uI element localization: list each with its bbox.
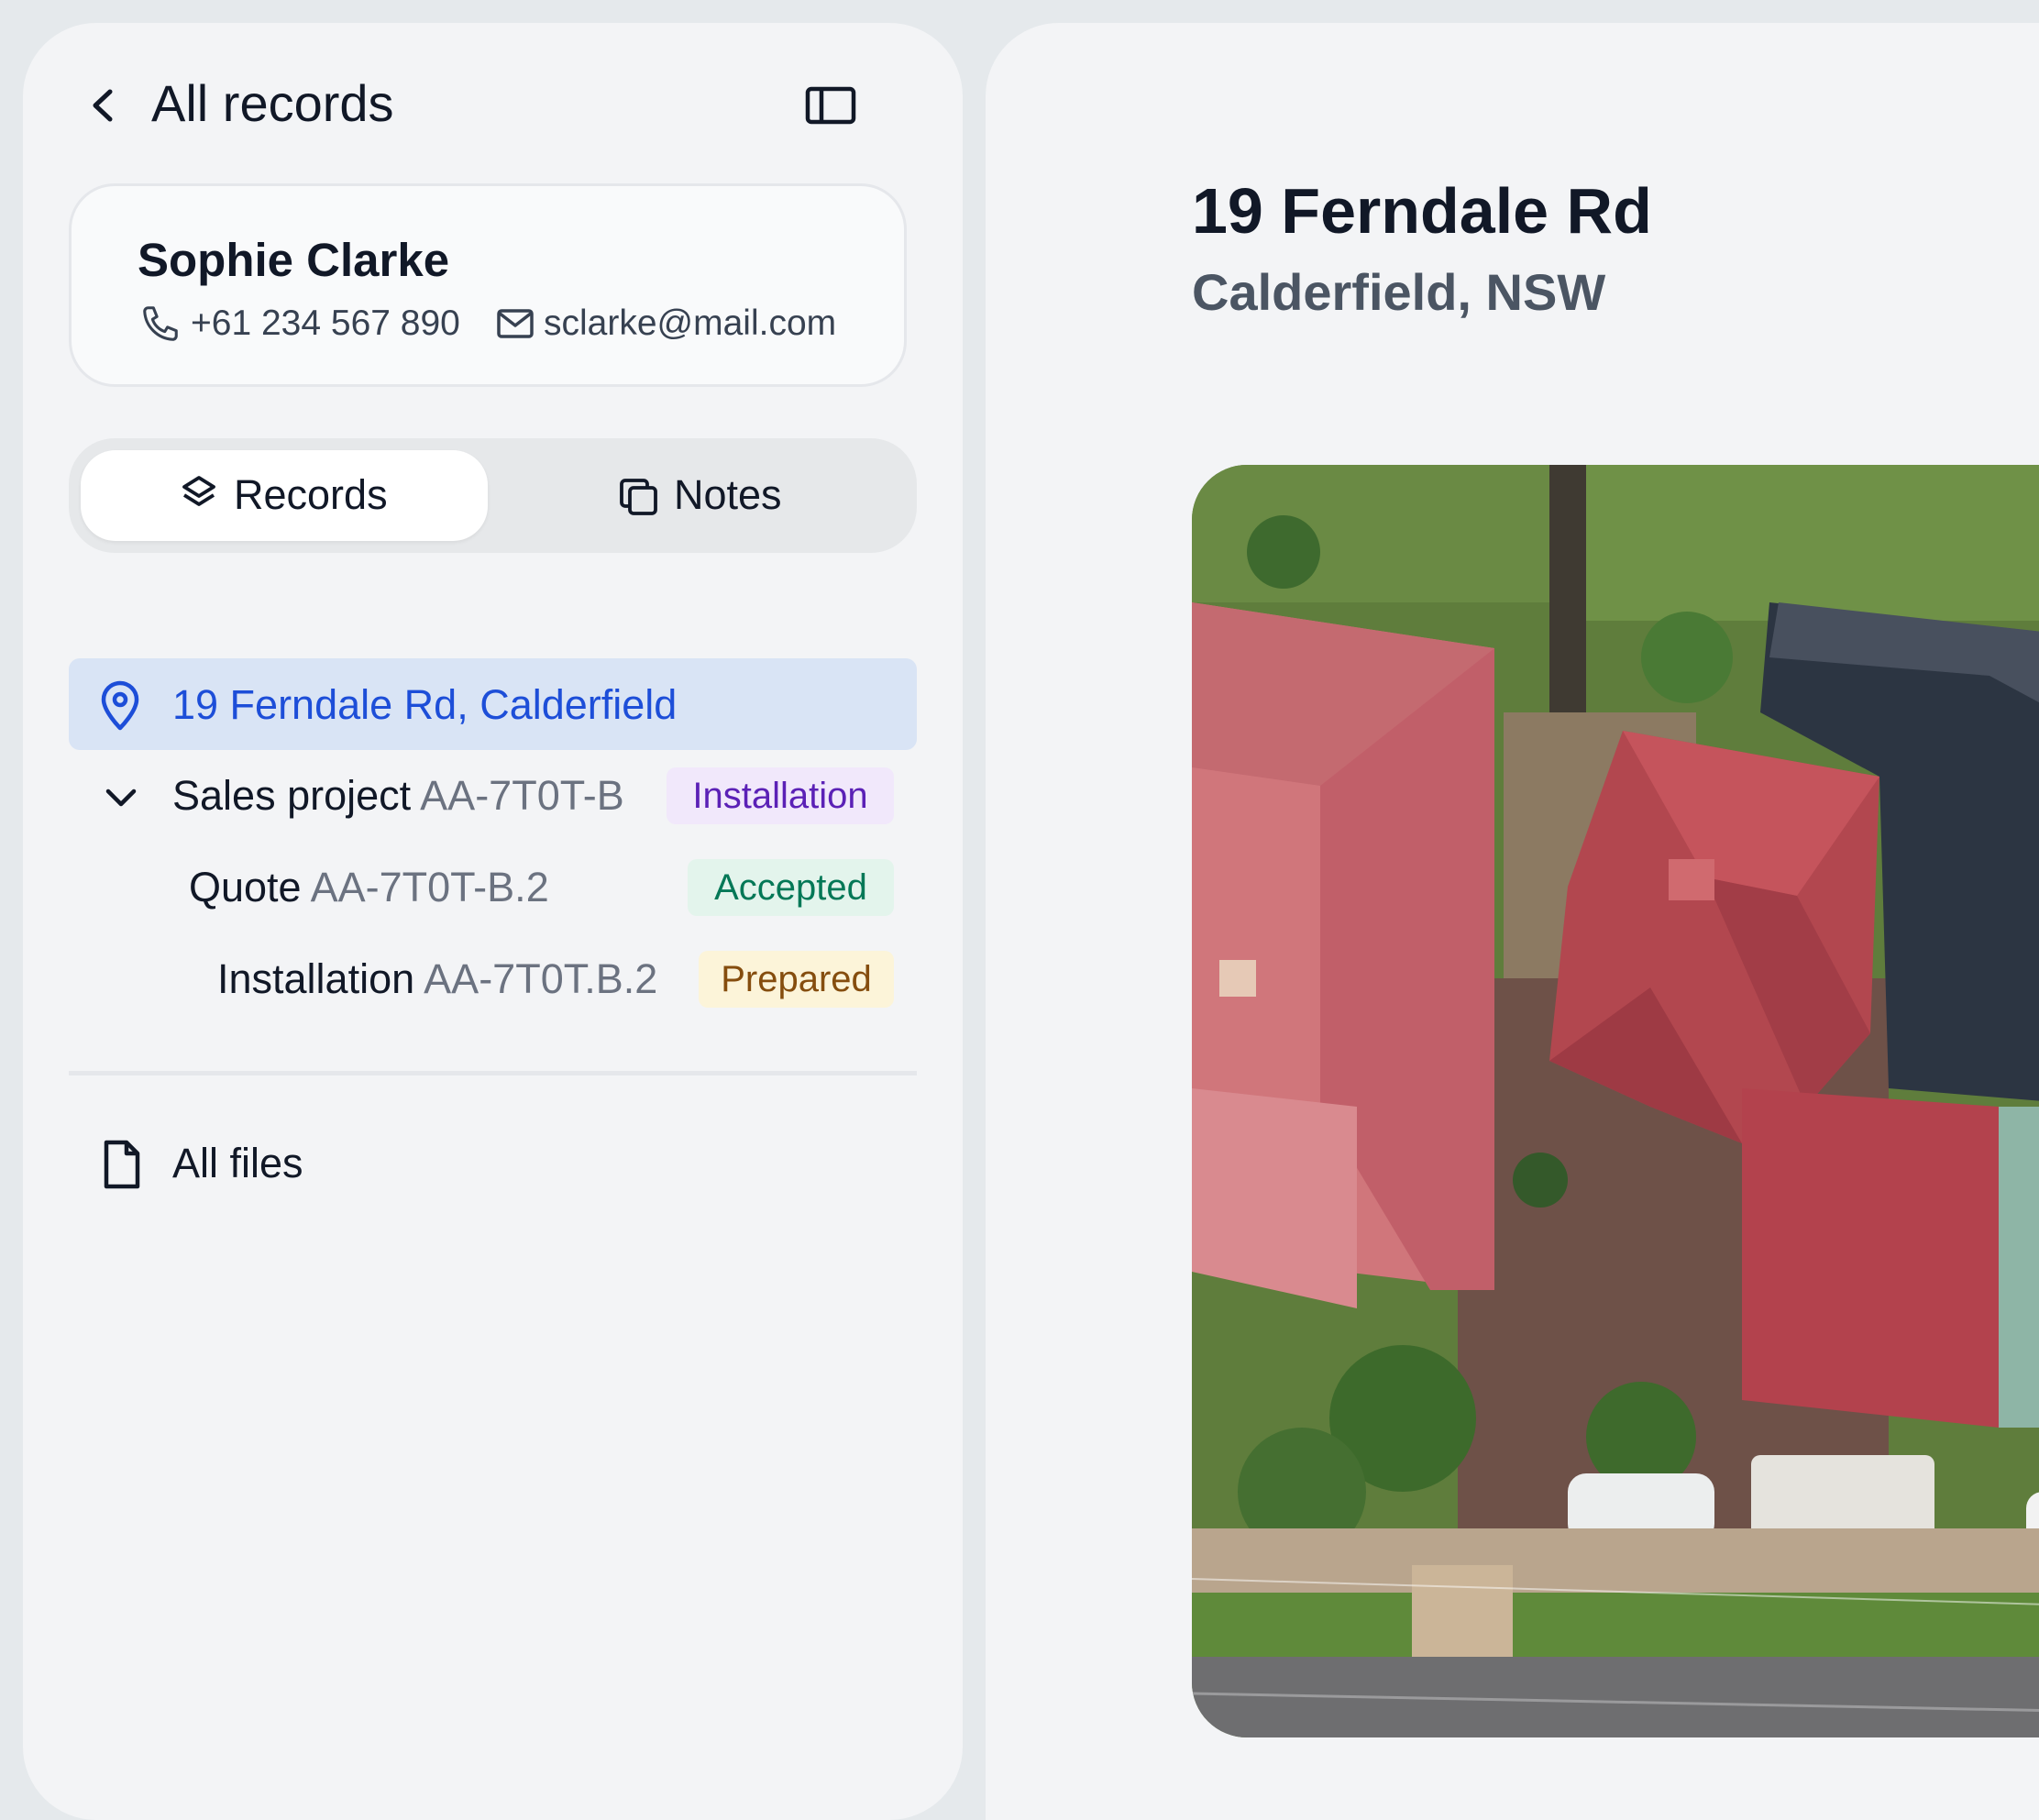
contact-phone[interactable]: +61 234 567 890 — [191, 303, 460, 345]
record-code: AA-7T0T-B — [420, 772, 624, 819]
record-code: AA-7T0T-B.2 — [310, 864, 549, 910]
sidebar-toggle-icon[interactable] — [803, 83, 858, 128]
property-address-subtitle: Calderfield, NSW — [1192, 263, 1606, 321]
record-item-sales-project[interactable]: Sales project AA-7T0T-B — [172, 771, 624, 821]
chevron-down-icon[interactable] — [101, 778, 141, 818]
layers-icon — [180, 473, 218, 515]
aerial-property-image — [1192, 465, 2039, 1737]
tab-records-label[interactable]: Records — [234, 471, 388, 519]
contact-name: Sophie Clarke — [138, 234, 450, 286]
mail-icon — [495, 305, 535, 342]
file-icon — [99, 1139, 143, 1190]
all-files-link[interactable]: All files — [172, 1139, 303, 1188]
record-title: Sales project — [172, 772, 412, 819]
divider — [69, 1071, 917, 1075]
notes-icon — [618, 475, 660, 517]
tab-notes[interactable]: Notes — [674, 471, 782, 519]
back-icon[interactable] — [84, 83, 121, 128]
page-title[interactable]: All records — [151, 72, 394, 136]
record-title: Installation — [217, 955, 415, 1002]
map-pin-icon — [97, 680, 143, 732]
contact-email[interactable]: sclarke@mail.com — [544, 303, 836, 345]
phone-icon — [139, 303, 182, 345]
record-item-installation[interactable]: Installation AA-7T0T.B.2 — [217, 954, 657, 1004]
record-item-quote[interactable]: Quote AA-7T0T-B.2 — [189, 863, 549, 912]
property-address-title: 19 Ferndale Rd — [1192, 175, 1652, 247]
record-title: Quote — [189, 864, 302, 910]
record-code: AA-7T0T.B.2 — [424, 955, 658, 1002]
status-badge: Accepted — [688, 859, 894, 916]
location-label[interactable]: 19 Ferndale Rd, Calderfield — [172, 680, 677, 730]
status-badge: Prepared — [699, 951, 894, 1008]
status-badge: Installation — [667, 767, 894, 824]
